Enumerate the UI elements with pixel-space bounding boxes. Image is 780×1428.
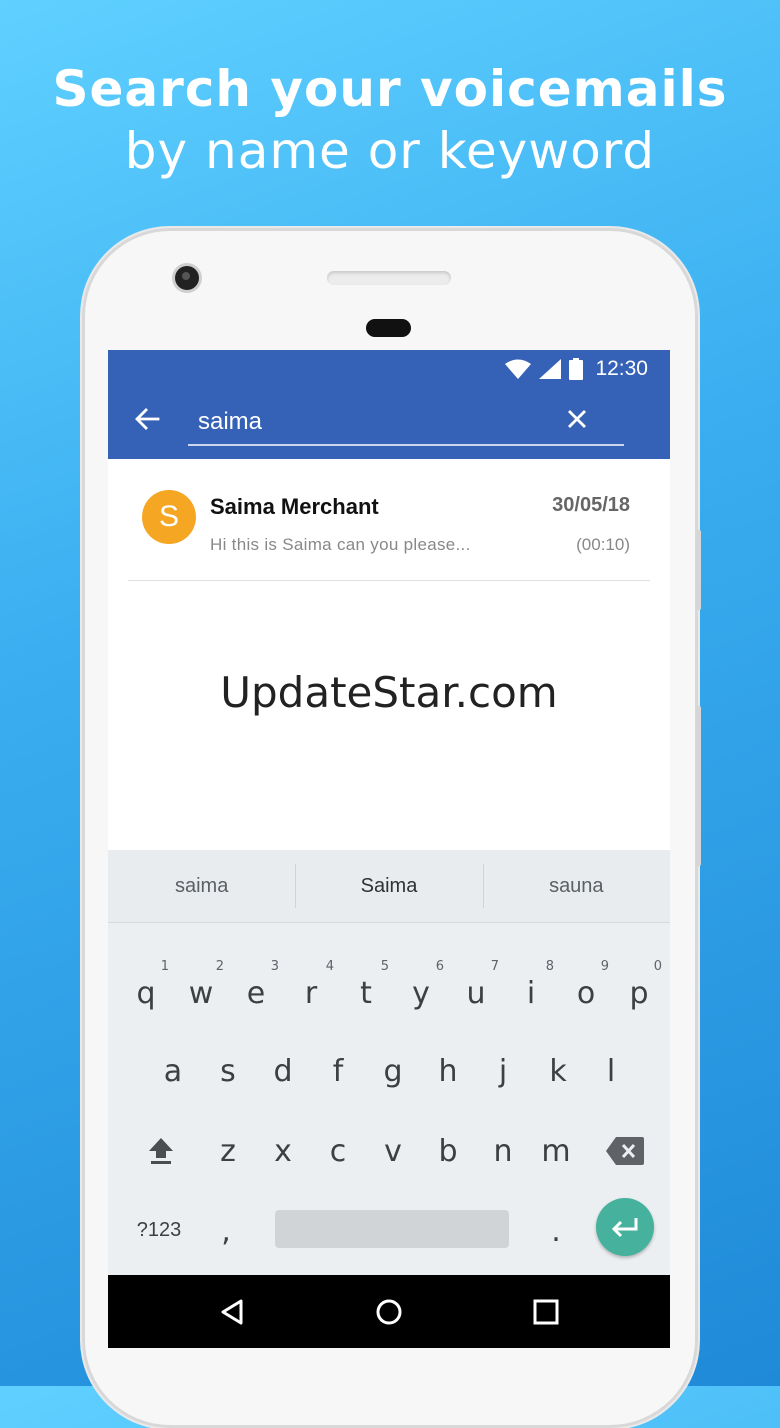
key-number-hint: 8 [545, 959, 554, 974]
key-a[interactable]: a [146, 1041, 200, 1101]
key-number-hint: 9 [600, 959, 609, 974]
signal-icon [539, 359, 562, 379]
key-x[interactable]: x [256, 1121, 310, 1181]
key-number-hint: 5 [380, 959, 389, 974]
avatar: S [142, 490, 196, 544]
headline-line-1: Search your voicemails [52, 60, 728, 118]
key-i[interactable]: i8 [504, 959, 558, 1023]
symbols-key[interactable]: ?123 [126, 1213, 192, 1247]
voicemail-date: 30/05/18 [552, 494, 630, 516]
key-label: t [360, 975, 372, 1011]
search-app-bar: 12:30 [108, 350, 670, 459]
key-t[interactable]: t5 [339, 959, 393, 1023]
key-p[interactable]: p0 [612, 959, 666, 1023]
key-label: u [466, 975, 486, 1011]
key-z[interactable]: z [201, 1121, 255, 1181]
close-icon [568, 410, 586, 428]
key-e[interactable]: e3 [229, 959, 283, 1023]
key-f[interactable]: f [311, 1041, 365, 1101]
key-label: r [304, 975, 318, 1011]
voicemail-list-item[interactable]: S Saima Merchant 30/05/18 Hi this is Sai… [128, 478, 650, 581]
key-n[interactable]: n [476, 1121, 530, 1181]
key-label: y [412, 975, 430, 1011]
volume-button [696, 706, 701, 866]
watermark: UpdateStar.com [220, 668, 558, 717]
key-w[interactable]: w2 [174, 959, 228, 1023]
key-number-hint: 3 [270, 959, 279, 974]
key-label: o [576, 975, 596, 1011]
key-label: p [629, 975, 649, 1011]
suggestion-2[interactable]: Saima [295, 850, 482, 922]
system-nav-bar [108, 1275, 670, 1348]
front-camera [175, 266, 199, 290]
status-time: 12:30 [595, 357, 648, 380]
key-k[interactable]: k [531, 1041, 585, 1101]
phone-screen: 12:30 S Saima Merchant 30/05/18 Hi this … [108, 350, 670, 1348]
key-number-hint: 7 [490, 959, 499, 974]
nav-home-button[interactable] [370, 1293, 408, 1331]
key-b[interactable]: b [421, 1121, 475, 1181]
key-y[interactable]: y6 [394, 959, 448, 1023]
headline: Search your voicemails by name or keywor… [0, 58, 780, 182]
space-bar[interactable] [275, 1210, 509, 1248]
power-button [696, 530, 701, 610]
wifi-icon [505, 359, 532, 379]
recents-square-icon [533, 1299, 559, 1325]
arrow-left-icon [135, 408, 160, 430]
key-label: q [136, 975, 156, 1011]
suggestion-strip: saima Saima sauna [108, 850, 670, 923]
comma-key[interactable]: , [199, 1201, 253, 1261]
suggestion-1[interactable]: saima [108, 850, 295, 922]
shift-arrow-icon [149, 1138, 173, 1164]
key-label: i [526, 975, 536, 1011]
earpiece-speaker [327, 271, 451, 285]
key-number-hint: 2 [215, 959, 224, 974]
enter-key[interactable] [596, 1198, 654, 1256]
key-r[interactable]: r4 [284, 959, 338, 1023]
battery-icon [569, 358, 584, 380]
soft-keyboard: q1 w2 e3 r4 t5 y6 u7 i8 o9 p0 a s d f g … [108, 923, 670, 1275]
key-q[interactable]: q1 [119, 959, 173, 1023]
key-label: e [246, 975, 266, 1011]
key-v[interactable]: v [366, 1121, 420, 1181]
headline-line-2: by name or keyword [124, 122, 656, 180]
key-number-hint: 6 [435, 959, 444, 974]
backspace-icon [606, 1137, 644, 1165]
back-button[interactable] [130, 402, 164, 436]
clear-search-button[interactable] [560, 402, 594, 436]
key-number-hint: 1 [160, 959, 169, 974]
key-h[interactable]: h [421, 1041, 475, 1101]
key-l[interactable]: l [584, 1041, 638, 1101]
home-circle-icon [376, 1299, 402, 1325]
status-bar: 12:30 [505, 354, 648, 384]
search-input[interactable] [188, 400, 624, 446]
key-j[interactable]: j [476, 1041, 530, 1101]
key-d[interactable]: d [256, 1041, 310, 1101]
caller-name: Saima Merchant [210, 494, 379, 519]
nav-recents-button[interactable] [527, 1293, 565, 1331]
key-label: w [188, 975, 214, 1011]
key-number-hint: 4 [325, 959, 334, 974]
key-g[interactable]: g [366, 1041, 420, 1101]
key-c[interactable]: c [311, 1121, 365, 1181]
nav-back-button[interactable] [213, 1293, 251, 1331]
key-m[interactable]: m [529, 1121, 583, 1181]
key-s[interactable]: s [201, 1041, 255, 1101]
enter-arrow-icon [611, 1218, 638, 1238]
transcript-preview: Hi this is Saima can you please... [210, 535, 471, 554]
key-u[interactable]: u7 [449, 959, 503, 1023]
back-triangle-icon [221, 1299, 243, 1325]
key-number-hint: 0 [653, 959, 662, 974]
period-key[interactable]: . [529, 1201, 583, 1261]
shift-key[interactable] [134, 1121, 188, 1181]
voicemail-duration: (00:10) [576, 535, 630, 554]
backspace-key[interactable] [598, 1121, 652, 1181]
proximity-sensor [366, 319, 411, 337]
suggestion-3[interactable]: sauna [482, 850, 670, 922]
key-o[interactable]: o9 [559, 959, 613, 1023]
